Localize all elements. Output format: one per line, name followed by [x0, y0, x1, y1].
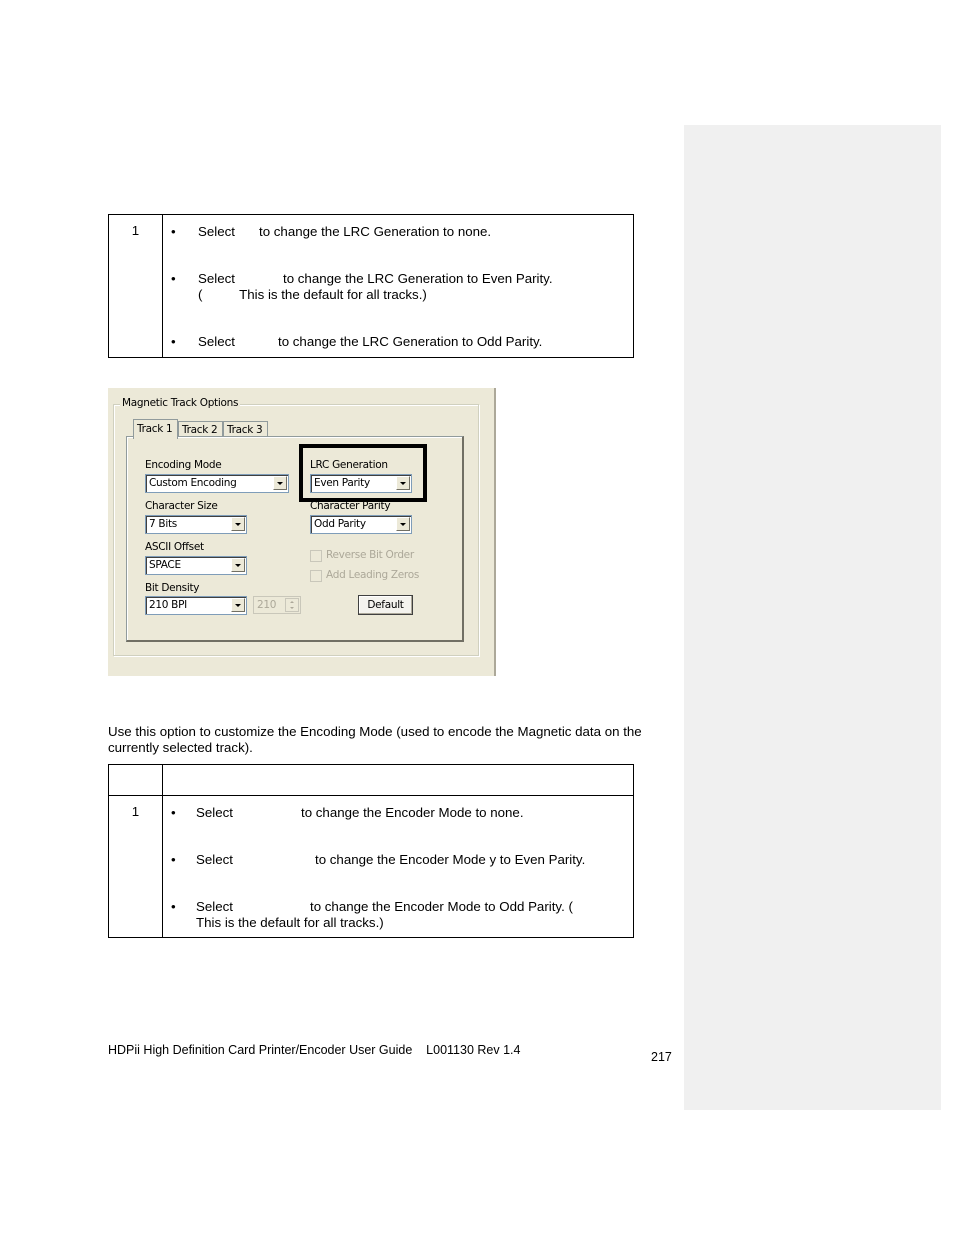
- item-text: to change the Encoder Mode y to Even Par…: [315, 852, 586, 867]
- chevron-down-icon[interactable]: [231, 517, 245, 531]
- ascii-offset-value: SPACE: [149, 559, 181, 571]
- select-label: Select: [196, 899, 233, 914]
- row-number: 1: [108, 795, 163, 938]
- reverse-bit-order-label: Reverse Bit Order: [326, 549, 414, 561]
- footer-title: HDPii High Definition Card Printer/Encod…: [108, 1043, 521, 1057]
- add-leading-zeros-label: Add Leading Zeros: [326, 569, 419, 581]
- select-label: Select: [198, 224, 235, 239]
- encoding-mode-description: Use this option to customize the Encodin…: [108, 724, 642, 755]
- list-item: • Select to change the Encoder Mode y to…: [163, 852, 633, 868]
- select-label: Select: [196, 805, 233, 820]
- chevron-down-icon[interactable]: [273, 476, 287, 490]
- character-size-value: 7 Bits: [149, 518, 177, 530]
- bullet-icon: •: [171, 805, 176, 820]
- bullet-icon: •: [171, 224, 176, 239]
- list-item: • Select to change the Encoder Mode to n…: [163, 805, 633, 821]
- bullet-icon: •: [171, 334, 176, 349]
- item-text: to change the LRC Generation to Odd Pari…: [278, 334, 543, 349]
- header-cell: [108, 764, 163, 796]
- tab-track-1[interactable]: Track 1: [133, 419, 178, 439]
- checkbox-icon[interactable]: [310, 570, 322, 582]
- chevron-down-icon[interactable]: [396, 517, 410, 531]
- bullet-icon: •: [171, 271, 176, 286]
- item-text: to change the LRC Generation to Even Par…: [283, 271, 553, 286]
- page-number: 217: [651, 1050, 672, 1064]
- comment-pane: [684, 125, 941, 1110]
- encoding-mode-value: Custom Encoding: [149, 477, 237, 489]
- checkbox-icon[interactable]: [310, 550, 322, 562]
- character-size-select[interactable]: 7 Bits: [145, 515, 247, 534]
- encoding-mode-select[interactable]: Custom Encoding: [145, 474, 289, 493]
- chevron-down-icon[interactable]: [231, 598, 245, 612]
- default-button[interactable]: Default: [358, 595, 413, 615]
- bit-density-spinner[interactable]: 210: [253, 596, 301, 614]
- character-size-label: Character Size: [145, 500, 218, 512]
- spinner-arrows-icon[interactable]: [285, 598, 299, 612]
- bullet-icon: •: [171, 852, 176, 867]
- item-text: to change the LRC Generation to none.: [259, 224, 492, 239]
- bit-density-label: Bit Density: [145, 582, 200, 594]
- chevron-down-icon[interactable]: [231, 558, 245, 572]
- item-text: to change the Encoder Mode to none.: [301, 805, 524, 820]
- character-parity-value: Odd Parity: [314, 518, 366, 530]
- select-label: Select: [198, 334, 235, 349]
- bit-density-value: 210 BPI: [149, 599, 187, 611]
- character-parity-select[interactable]: Odd Parity: [310, 515, 412, 534]
- row-number: 1: [108, 214, 163, 358]
- row-content: • Select to change the Encoder Mode to n…: [162, 795, 634, 938]
- list-item: • Select to change the LRC Generation to…: [163, 334, 633, 350]
- list-item: • Select to change the Encoder Mode to O…: [163, 899, 633, 915]
- select-label: Select: [196, 852, 233, 867]
- spinner-value: 210: [257, 599, 277, 611]
- item-continuation: This is the default for all tracks.): [196, 915, 384, 930]
- ascii-offset-label: ASCII Offset: [145, 541, 204, 553]
- list-item: • Select to change the LRC Generation to…: [163, 271, 633, 287]
- table-row: 1 • Select to change the Encoder Mode to…: [108, 795, 634, 938]
- bullet-icon: •: [171, 899, 176, 914]
- item-text: to change the Encoder Mode to Odd Parity…: [310, 899, 573, 914]
- row-content: • Select to change the LRC Generation to…: [162, 214, 634, 358]
- item-continuation: ( This is the default for all tracks.): [198, 287, 427, 302]
- lrc-highlight-box: [299, 444, 427, 502]
- encoding-mode-table: 1 • Select to change the Encoder Mode to…: [108, 764, 634, 938]
- encoding-mode-label: Encoding Mode: [145, 459, 222, 471]
- list-item: • Select to change the LRC Generation to…: [163, 224, 633, 240]
- group-title: Magnetic Track Options: [120, 397, 241, 409]
- table-header-row: [108, 764, 634, 796]
- lrc-generation-table: 1 • Select to change the LRC Generation …: [108, 214, 634, 358]
- bit-density-select[interactable]: 210 BPI: [145, 596, 247, 615]
- magnetic-track-options-dialog: Magnetic Track Options Track 1 Track 2 T…: [108, 388, 496, 676]
- select-label: Select: [198, 271, 235, 286]
- ascii-offset-select[interactable]: SPACE: [145, 556, 247, 575]
- header-cell: [162, 764, 634, 796]
- table-row: 1 • Select to change the LRC Generation …: [108, 214, 634, 358]
